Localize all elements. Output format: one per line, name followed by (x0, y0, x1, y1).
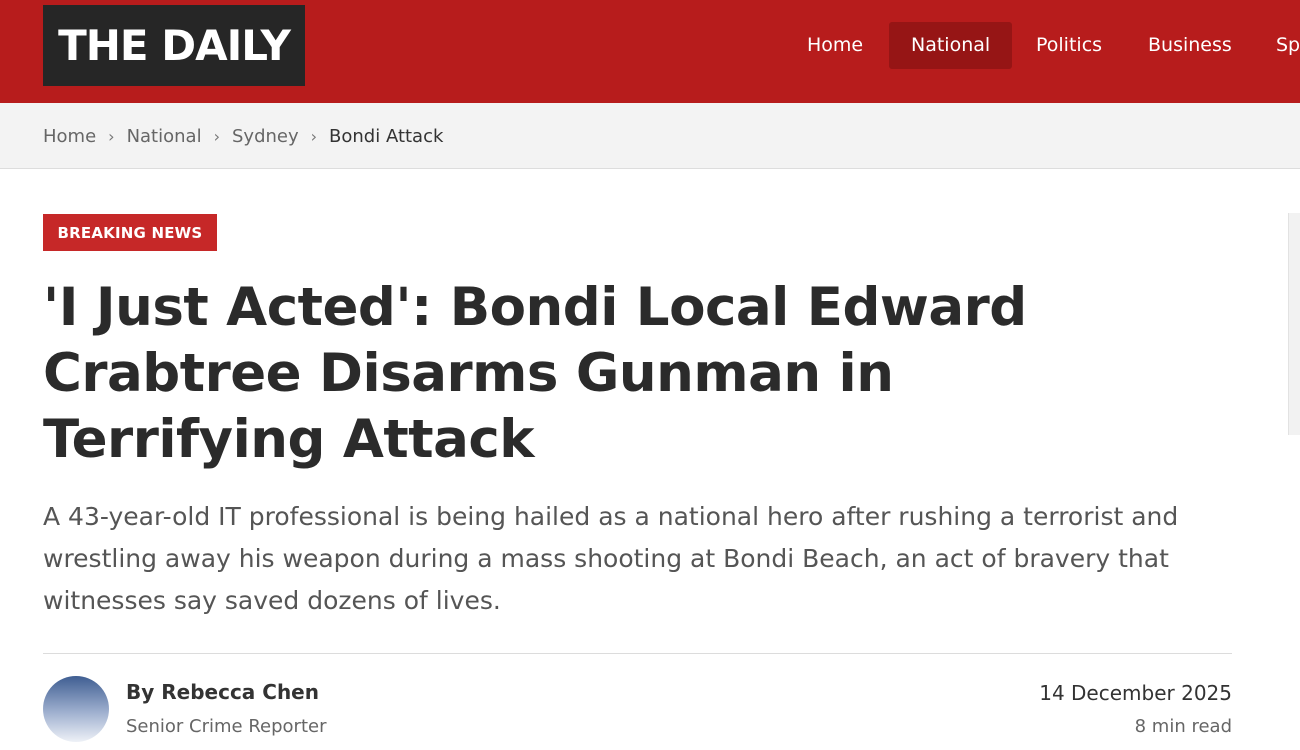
nav-home[interactable]: Home (785, 22, 885, 69)
breadcrumb-current: Bondi Attack (329, 125, 444, 147)
main-nav: Home National Politics Business Sp (0, 22, 1300, 69)
site-header: THE DAILY Home National Politics Busines… (0, 0, 1300, 103)
breadcrumb-bar: Home › National › Sydney › Bondi Attack (0, 103, 1300, 169)
breaking-news-badge: BREAKING NEWS (43, 214, 217, 251)
nav-politics[interactable]: Politics (1014, 22, 1124, 69)
read-time: 8 min read (1134, 716, 1232, 737)
nav-national[interactable]: National (889, 22, 1013, 69)
breadcrumb-home[interactable]: Home (43, 126, 96, 147)
breadcrumb-sydney[interactable]: Sydney (232, 126, 299, 147)
nav-business[interactable]: Business (1126, 22, 1254, 69)
breadcrumb-national[interactable]: National (127, 126, 202, 147)
author-avatar[interactable] (43, 676, 109, 742)
byline-divider (43, 653, 1232, 654)
chevron-right-icon: › (108, 126, 115, 146)
chevron-right-icon: › (213, 126, 220, 146)
article-standfirst: A 43-year-old IT professional is being h… (43, 502, 1179, 615)
author-name[interactable]: By Rebecca Chen (126, 680, 319, 704)
author-role: Senior Crime Reporter (126, 716, 327, 737)
breadcrumb: Home › National › Sydney › Bondi Attack (43, 103, 443, 169)
sidebar-edge (1288, 213, 1300, 435)
article-headline: 'I Just Acted': Bondi Local Edward Crabt… (43, 277, 1027, 470)
nav-sport[interactable]: Sp (1254, 22, 1300, 69)
publish-date: 14 December 2025 (1039, 681, 1232, 705)
chevron-right-icon: › (310, 126, 318, 146)
